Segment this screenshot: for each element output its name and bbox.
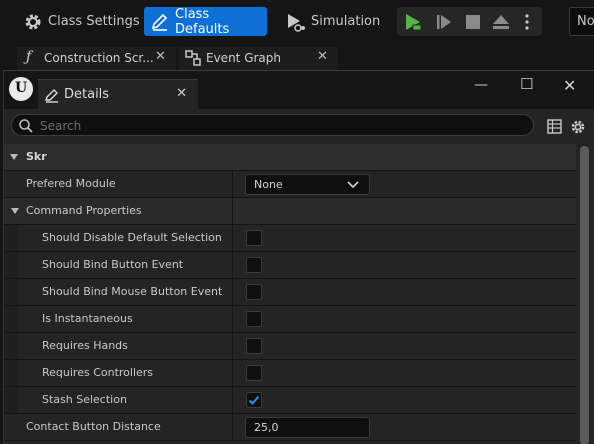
- document-tab-strip: ƒ Construction Scr... ✕ Event Graph ✕: [0, 43, 594, 70]
- vertical-scrollbar[interactable]: [576, 144, 594, 444]
- property-label: Prefered Module: [26, 177, 116, 190]
- tab-label: Construction Scr...: [44, 51, 154, 65]
- table-view-icon[interactable]: [547, 119, 562, 134]
- checkmark-icon: [248, 395, 260, 405]
- tab-label: Event Graph: [206, 51, 281, 65]
- close-window-icon[interactable]: ✕: [563, 76, 576, 95]
- scrollbar-thumb[interactable]: [580, 146, 589, 444]
- collapse-arrow-icon[interactable]: [10, 154, 18, 160]
- class-settings-button[interactable]: Class Settings: [17, 7, 146, 36]
- property-row-is-instantaneous: Is Instantaneous: [4, 306, 576, 333]
- dropdown-value: None: [254, 178, 283, 191]
- property-grid: Skr Prefered Module None Command Propert…: [4, 144, 576, 444]
- details-tab-label: Details: [64, 87, 110, 102]
- unreal-logo-icon: U: [9, 77, 33, 101]
- is-instantaneous-checkbox[interactable]: [246, 311, 262, 327]
- number-value: 25,0: [254, 421, 279, 434]
- eject-icon[interactable]: [492, 13, 510, 31]
- function-icon: ƒ: [26, 49, 32, 65]
- collapse-arrow-icon[interactable]: [11, 208, 19, 214]
- settings-gear-icon[interactable]: [570, 119, 586, 135]
- main-toolbar: Class Settings Class Defaults Simulation: [0, 0, 594, 43]
- details-window: U Details ✕ — ☐ ✕ Search Skr Prefered Mo…: [3, 70, 594, 444]
- property-label: Stash Selection: [42, 393, 127, 406]
- should-bind-mouse-button-event-checkbox[interactable]: [246, 284, 262, 300]
- property-row-requires-hands: Requires Hands: [4, 333, 576, 360]
- category-label: Command Properties: [26, 204, 142, 217]
- play-icon[interactable]: [404, 13, 422, 31]
- should-disable-default-selection-checkbox[interactable]: [246, 230, 262, 246]
- minimize-icon[interactable]: —: [474, 77, 488, 93]
- search-input[interactable]: Search: [11, 114, 534, 136]
- tab-construction-script[interactable]: ƒ Construction Scr... ✕: [17, 47, 176, 70]
- search-row: Search: [4, 109, 594, 143]
- property-row-stash-selection: Stash Selection: [4, 387, 576, 414]
- window-titlebar[interactable]: U Details ✕ — ☐ ✕: [4, 71, 594, 109]
- class-settings-label: Class Settings: [48, 14, 140, 29]
- tab-event-graph[interactable]: Event Graph ✕: [179, 47, 338, 70]
- chevron-down-icon: [347, 181, 359, 189]
- close-icon[interactable]: ✕: [155, 49, 166, 64]
- property-row-contact-button-distance: Contact Button Distance 25,0: [4, 414, 576, 441]
- class-defaults-label: Class Defaults: [175, 6, 230, 37]
- maximize-icon[interactable]: ☐: [520, 75, 533, 93]
- property-label: Requires Hands: [42, 339, 128, 352]
- play-controls: [397, 7, 542, 36]
- stop-icon[interactable]: [464, 13, 482, 31]
- contact-button-distance-input[interactable]: 25,0: [245, 417, 370, 438]
- simulation-icon: [288, 13, 305, 32]
- category-skr[interactable]: Skr: [4, 144, 576, 171]
- property-label: Requires Controllers: [42, 366, 154, 379]
- category-label: Skr: [26, 150, 47, 163]
- property-row-should-bind-mouse-button-event: Should Bind Mouse Button Event: [4, 279, 576, 306]
- requires-hands-checkbox[interactable]: [246, 338, 262, 354]
- edit-icon: [45, 89, 58, 103]
- class-defaults-button[interactable]: Class Defaults: [144, 6, 267, 37]
- property-row-prefered-module: Prefered Module None: [4, 171, 576, 198]
- property-label: Is Instantaneous: [42, 312, 133, 325]
- requires-controllers-checkbox[interactable]: [246, 365, 262, 381]
- simulation-button[interactable]: Simulation: [278, 7, 386, 36]
- close-icon[interactable]: ✕: [317, 49, 328, 64]
- property-label: Should Bind Mouse Button Event: [42, 285, 223, 298]
- property-label: Should Bind Button Event: [42, 258, 184, 271]
- edit-icon: [151, 13, 168, 31]
- property-row-should-disable-default-selection: Should Disable Default Selection: [4, 225, 576, 252]
- property-label: Contact Button Distance: [26, 420, 161, 433]
- viewport-dropdown[interactable]: No: [569, 7, 594, 36]
- tab-details[interactable]: Details ✕: [38, 79, 198, 109]
- property-row-should-bind-button-event: Should Bind Button Event: [4, 252, 576, 279]
- graph-icon: [185, 50, 201, 66]
- stash-selection-checkbox[interactable]: [246, 392, 262, 408]
- should-bind-button-event-checkbox[interactable]: [246, 257, 262, 273]
- gear-icon: [25, 14, 41, 29]
- close-icon[interactable]: ✕: [176, 86, 187, 101]
- search-icon: [19, 119, 33, 133]
- more-options-icon[interactable]: [521, 13, 533, 31]
- property-label: Should Disable Default Selection: [42, 231, 222, 244]
- step-icon[interactable]: [435, 13, 453, 31]
- search-placeholder: Search: [40, 119, 82, 133]
- category-command-properties[interactable]: Command Properties: [4, 198, 576, 225]
- prefered-module-dropdown[interactable]: None: [245, 174, 370, 195]
- property-row-requires-controllers: Requires Controllers: [4, 360, 576, 387]
- simulation-label: Simulation: [311, 14, 381, 29]
